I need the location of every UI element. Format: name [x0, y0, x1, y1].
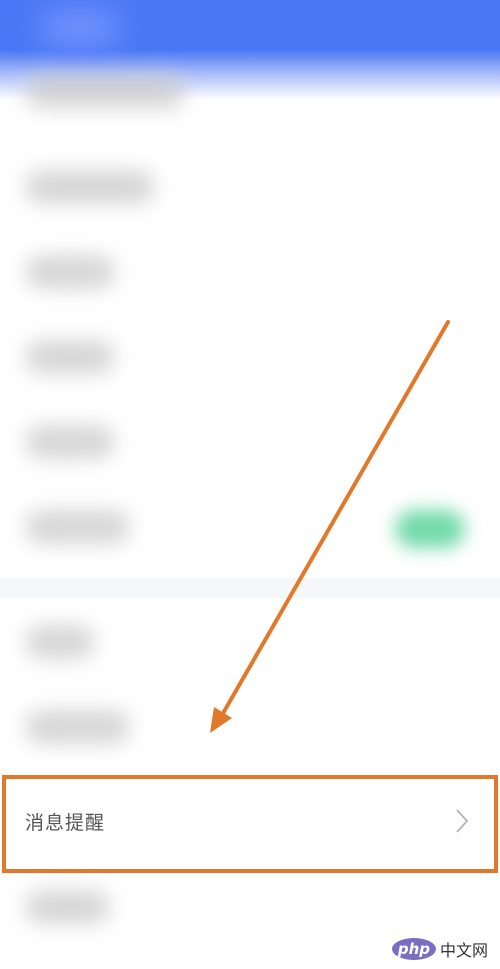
php-logo: php — [391, 938, 436, 960]
message-reminder-label[interactable]: 消息提醒 — [25, 808, 105, 835]
blurred-back-button[interactable] — [40, 8, 120, 48]
watermark-text: 中文网 — [439, 941, 488, 960]
blurred-setting-item-9[interactable] — [25, 890, 110, 924]
blurred-setting-item-5[interactable] — [25, 425, 115, 459]
blurred-setting-item-2[interactable] — [25, 170, 155, 204]
site-watermark: php 中文网 — [385, 935, 494, 963]
blurred-setting-item-6[interactable] — [25, 510, 130, 544]
blurred-setting-item-8[interactable] — [25, 710, 130, 744]
blurred-setting-item-4[interactable] — [25, 340, 115, 374]
blurred-toggle-switch[interactable] — [395, 510, 465, 548]
section-divider — [0, 578, 500, 598]
blurred-setting-item-3[interactable] — [25, 255, 115, 289]
chevron-right-icon[interactable] — [452, 806, 472, 836]
blurred-setting-item-1[interactable] — [25, 75, 185, 109]
blurred-setting-item-7[interactable] — [25, 625, 95, 659]
